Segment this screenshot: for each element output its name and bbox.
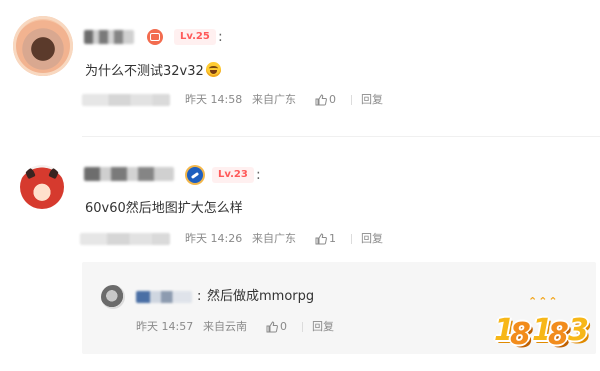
comment-text: 为什么不测试32v32 (85, 62, 221, 81)
redacted-info (82, 94, 170, 106)
thumbs-up-icon (315, 233, 327, 245)
comment-location: 来自广东 (252, 93, 296, 106)
reply-button[interactable]: 回复 (361, 232, 383, 246)
watermark-digit: 8 (510, 317, 531, 352)
member-badge-icon (147, 29, 163, 45)
comment-time: 昨天 14:26 (185, 232, 243, 245)
comment-divider (82, 136, 600, 137)
more-options-icon[interactable]: : (256, 168, 262, 182)
member-badge-icon (187, 167, 203, 183)
comment-location: 来自广东 (252, 232, 296, 245)
reply-separator: : (197, 289, 202, 304)
comment-text-content: 为什么不测试32v32 (85, 64, 204, 79)
comment-text: 60v60然后地图扩大怎么样 (85, 201, 243, 216)
grin-emoji-icon (205, 62, 221, 77)
level-badge: Lv.23 (212, 167, 254, 183)
more-options-icon[interactable]: : (218, 30, 224, 44)
watermark-digit: 8 (548, 317, 569, 352)
username-redacted[interactable] (84, 30, 134, 44)
username-redacted[interactable] (84, 167, 174, 181)
site-watermark-logo: ⌃⌃⌃ 1 8 1 8 3 (490, 295, 590, 360)
thumbs-up-icon (315, 94, 327, 106)
comment-time: 昨天 14:58 (185, 93, 243, 106)
meta-divider (302, 322, 303, 332)
like-count: 0 (329, 93, 336, 106)
avatar-horn (48, 166, 60, 180)
meta-divider (351, 234, 352, 244)
avatar[interactable] (13, 16, 73, 76)
reply-button[interactable]: 回复 (361, 93, 383, 107)
reply-time: 昨天 14:57 (136, 320, 194, 333)
like-count: 1 (329, 232, 336, 245)
redacted-info (80, 233, 170, 245)
level-badge: Lv.25 (174, 29, 216, 45)
avatar[interactable] (20, 165, 64, 209)
meta-divider (351, 95, 352, 105)
username-redacted[interactable] (136, 291, 192, 303)
avatar-horn (24, 166, 36, 180)
like-count: 0 (280, 320, 287, 333)
thumbs-up-icon (266, 321, 278, 333)
reply-text: 然后做成mmorpg (207, 289, 315, 304)
like-button[interactable]: 0 (266, 320, 287, 334)
like-button[interactable]: 0 (315, 93, 336, 107)
like-button[interactable]: 1 (315, 232, 336, 246)
reply-location: 来自云南 (203, 320, 247, 333)
watermark-crown-icon: ⌃⌃⌃ (528, 295, 559, 308)
reply-button[interactable]: 回复 (312, 320, 334, 334)
watermark-digit: 3 (568, 313, 589, 348)
avatar[interactable] (101, 285, 125, 309)
